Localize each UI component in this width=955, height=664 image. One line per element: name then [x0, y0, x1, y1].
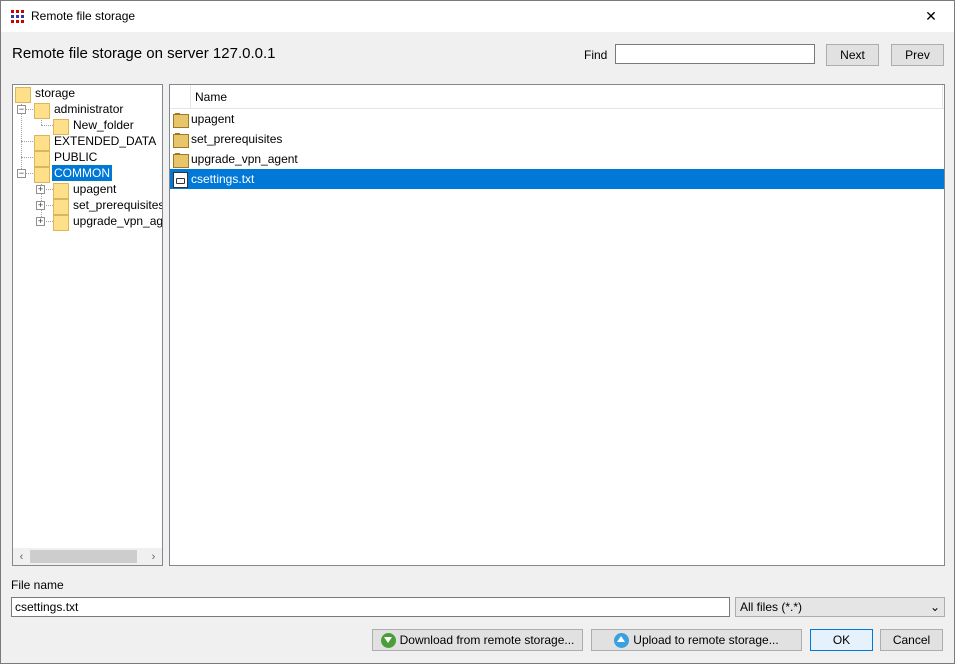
tree-node-administrator[interactable]: administrator: [33, 101, 125, 119]
tree-node-label: PUBLIC: [54, 150, 98, 164]
folder-icon: [172, 151, 189, 168]
list-item[interactable]: upagent: [170, 109, 944, 129]
download-button[interactable]: Download from remote storage...: [372, 629, 583, 651]
folder-icon: [172, 131, 189, 148]
folder-tree[interactable]: storage − administrator New_folder EXTEN…: [12, 84, 163, 566]
file-list[interactable]: Name upagent set_prerequisites upgrade_v…: [169, 84, 945, 566]
column-header-name[interactable]: Name: [190, 85, 943, 109]
scroll-right-icon[interactable]: ›: [145, 548, 162, 565]
tree-node-label: administrator: [54, 102, 124, 116]
list-item[interactable]: csettings.txt: [170, 169, 944, 189]
close-button[interactable]: ✕: [908, 1, 954, 32]
collapse-icon[interactable]: −: [17, 105, 26, 114]
list-header: Name: [170, 85, 944, 109]
file-type-select[interactable]: All files (*.*) ⌄: [735, 597, 945, 617]
ok-button[interactable]: OK: [810, 629, 873, 651]
list-item-name: set_prerequisites: [191, 132, 283, 146]
expand-icon[interactable]: +: [36, 201, 45, 210]
tree-node-common[interactable]: COMMON: [33, 164, 113, 183]
file-type-value: All files (*.*): [740, 600, 803, 614]
tree-node-label: storage: [35, 86, 76, 100]
remote-file-storage-dialog: Remote file storage ✕ Remote file storag…: [0, 0, 955, 664]
tree-horizontal-scrollbar[interactable]: ‹ ›: [13, 548, 162, 565]
tree-node-label: New_folder: [73, 118, 134, 132]
folder-icon: [33, 101, 50, 119]
tree-node-upgrade-vpn-agent[interactable]: upgrade_vpn_agent: [52, 213, 163, 231]
folder-icon: [52, 213, 69, 231]
file-name-label: File name: [11, 578, 64, 592]
page-title: Remote file storage on server 127.0.0.1: [12, 45, 276, 62]
find-label: Find: [584, 48, 608, 62]
next-button[interactable]: Next: [826, 44, 879, 66]
tree-node-label: COMMON: [51, 164, 113, 182]
folder-icon: [33, 149, 50, 167]
folder-icon: [33, 133, 50, 151]
tree-node-public[interactable]: PUBLIC: [33, 149, 99, 167]
tree-node-label: EXTENDED_DATA: [54, 134, 157, 148]
folder-icon: [172, 111, 189, 128]
collapse-icon[interactable]: −: [17, 169, 26, 178]
window-title: Remote file storage: [31, 9, 136, 23]
tree-node-label: upagent: [73, 182, 117, 196]
expand-icon[interactable]: +: [36, 217, 45, 226]
scroll-left-icon[interactable]: ‹: [13, 548, 30, 565]
tree-node-label: upgrade_vpn_agent: [73, 214, 163, 228]
title-bar: Remote file storage ✕: [1, 1, 954, 32]
prev-button[interactable]: Prev: [891, 44, 944, 66]
tree-node-storage[interactable]: storage: [14, 85, 77, 103]
app-icon: [10, 9, 26, 25]
tree-node-new-folder[interactable]: New_folder: [52, 117, 136, 135]
list-item-name: upagent: [191, 112, 235, 126]
list-item[interactable]: set_prerequisites: [170, 129, 944, 149]
tree-node-set-prerequisites[interactable]: set_prerequisites: [52, 197, 163, 215]
cancel-button[interactable]: Cancel: [880, 629, 943, 651]
list-item[interactable]: upgrade_vpn_agent: [170, 149, 944, 169]
tree-node-extended-data[interactable]: EXTENDED_DATA: [33, 133, 158, 151]
folder-icon: [33, 165, 50, 183]
download-button-label: Download from remote storage...: [399, 633, 575, 647]
list-item-name: upgrade_vpn_agent: [191, 152, 298, 166]
find-input[interactable]: [615, 44, 815, 64]
tree-node-upagent[interactable]: upagent: [52, 181, 118, 199]
scrollbar-thumb[interactable]: [30, 550, 137, 563]
download-icon: [380, 632, 396, 648]
folder-icon: [52, 117, 69, 135]
list-item-name: csettings.txt: [191, 172, 255, 186]
expand-icon[interactable]: +: [36, 185, 45, 194]
file-icon: [172, 171, 188, 188]
tree-node-label: set_prerequisites: [73, 198, 163, 212]
upload-button[interactable]: Upload to remote storage...: [591, 629, 802, 651]
close-icon: ✕: [925, 8, 937, 24]
file-name-input[interactable]: csettings.txt: [11, 597, 730, 617]
upload-button-label: Upload to remote storage...: [633, 633, 779, 647]
folder-icon: [52, 197, 69, 215]
folder-icon: [14, 85, 31, 103]
folder-icon: [52, 181, 69, 199]
upload-icon: [614, 632, 630, 648]
chevron-down-icon: ⌄: [929, 600, 940, 614]
